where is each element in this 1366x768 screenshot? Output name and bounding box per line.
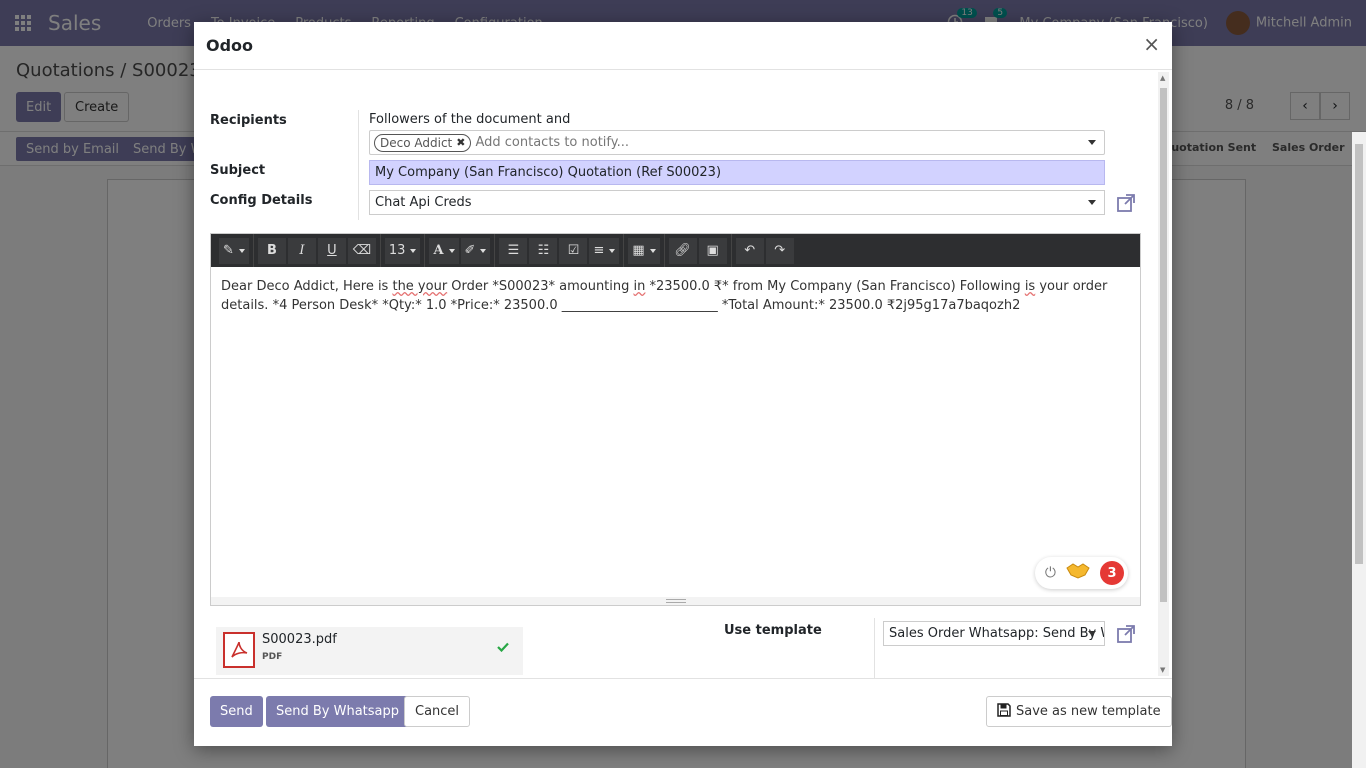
floppy-disk-icon	[997, 702, 1011, 721]
config-details-label: Config Details	[210, 193, 313, 208]
image-icon[interactable]: ▣	[698, 237, 727, 264]
align-left-icon: ≡	[593, 243, 605, 258]
magic-wand-icon: ✎	[223, 243, 234, 258]
dialog-scrollbar[interactable]: ▲ ▼	[1158, 72, 1169, 676]
external-link-icon[interactable]	[1116, 624, 1136, 644]
recipients-field[interactable]: Deco Addict ✖ Add contacts to notify...	[369, 130, 1105, 155]
scroll-up-icon[interactable]: ▲	[1160, 74, 1165, 82]
cancel-button[interactable]: Cancel	[404, 696, 471, 727]
font-size-dropdown[interactable]: 13	[384, 237, 421, 264]
subject-input[interactable]: My Company (San Francisco) Quotation (Re…	[369, 160, 1105, 185]
attachment-type: PDF	[262, 652, 283, 662]
link-icon[interactable]: 🔗︎	[668, 237, 697, 264]
paint-brush-icon: ✐	[464, 243, 476, 258]
body-text-misspelled: in	[633, 279, 646, 294]
body-text: Order *S00023* amounting	[447, 279, 634, 294]
table-icon: ▦	[632, 243, 645, 258]
body-text-misspelled: the your	[392, 279, 448, 294]
bold-button[interactable]: B	[257, 237, 286, 264]
scroll-down-icon[interactable]: ▼	[1160, 666, 1165, 674]
template-select[interactable]: Sales Order Whatsapp: Send By W	[883, 621, 1105, 646]
compose-dialog: Odoo × ▲ ▼ Recipients Followers of the d…	[194, 22, 1172, 746]
use-template-label: Use template	[724, 623, 822, 638]
highlight-brush-dropdown[interactable]: ✐	[460, 237, 491, 264]
template-separator	[874, 618, 875, 678]
chevron-down-icon[interactable]	[1088, 631, 1096, 636]
dialog-header: Odoo ×	[194, 22, 1172, 70]
external-link-icon[interactable]	[1116, 193, 1136, 213]
body-text-misspelled: is	[1024, 279, 1036, 294]
power-icon[interactable]: ⏻	[1045, 565, 1056, 581]
body-text: *23500.0 ₹* from My Company (San Francis…	[645, 279, 1025, 294]
font-color-dropdown[interactable]: A	[429, 237, 459, 264]
magic-style-button[interactable]: ✎	[219, 237, 249, 264]
check-icon	[497, 641, 509, 656]
recipient-tag-label: Deco Addict	[380, 135, 453, 150]
remove-tag-icon[interactable]: ✖	[456, 136, 465, 149]
numbered-list-icon[interactable]: ☷	[529, 237, 558, 264]
body-text: Dear Deco Addict, Here is	[221, 279, 393, 294]
send-by-whatsapp-button[interactable]: Send By Whatsapp	[266, 696, 410, 727]
handshake-icon[interactable]	[1066, 562, 1090, 584]
chevron-down-icon[interactable]	[1088, 200, 1096, 205]
page-scrollbar[interactable]	[1352, 132, 1366, 768]
chevron-down-icon[interactable]	[1088, 140, 1096, 145]
chat-bot-widget[interactable]: ⏻ 3	[1034, 557, 1128, 589]
close-icon[interactable]: ×	[1143, 32, 1160, 56]
editor-toolbar: ✎ B I U ⌫ 13 A ✐ ☰ ☷ ☑ ≡ ▦ 🔗︎ ▣ ↶ ↷	[211, 234, 1140, 267]
recipients-label: Recipients	[210, 113, 287, 128]
undo-icon[interactable]: ↶	[735, 237, 764, 264]
subject-label: Subject	[210, 163, 266, 178]
config-details-value: Chat Api Creds	[375, 195, 472, 210]
underline-button[interactable]: U	[317, 237, 346, 264]
attachment-name[interactable]: S00023.pdf	[262, 632, 337, 647]
recipient-tag: Deco Addict ✖	[374, 133, 472, 152]
save-as-template-button[interactable]: Save as new template	[986, 696, 1172, 727]
editor-content[interactable]: Dear Deco Addict, Here is the your Order…	[211, 267, 1140, 597]
config-details-select[interactable]: Chat Api Creds	[369, 190, 1105, 215]
template-value: Sales Order Whatsapp: Send By W	[889, 626, 1105, 641]
checklist-icon[interactable]: ☑	[559, 237, 588, 264]
html-editor: ✎ B I U ⌫ 13 A ✐ ☰ ☷ ☑ ≡ ▦ 🔗︎ ▣ ↶ ↷ Dear…	[210, 233, 1141, 606]
font-size-value: 13	[388, 243, 406, 258]
bullet-list-icon[interactable]: ☰	[499, 237, 528, 264]
save-as-template-label: Save as new template	[1016, 704, 1161, 719]
dialog-body: ▲ ▼ Recipients Followers of the document…	[194, 70, 1172, 678]
pdf-file-icon	[223, 632, 255, 668]
table-dropdown[interactable]: ▦	[628, 237, 660, 264]
italic-button[interactable]: I	[287, 237, 316, 264]
followers-text: Followers of the document and	[369, 112, 571, 127]
notification-count-badge: 3	[1100, 561, 1124, 585]
redo-icon[interactable]: ↷	[765, 237, 794, 264]
dialog-footer: Send Send By Whatsapp Cancel Save as new…	[194, 678, 1172, 746]
contacts-input[interactable]: Add contacts to notify...	[475, 135, 629, 150]
attachment-card[interactable]: S00023.pdf PDF	[216, 627, 523, 675]
dialog-title: Odoo	[206, 36, 254, 55]
send-button[interactable]: Send	[210, 696, 263, 727]
align-dropdown[interactable]: ≡	[589, 237, 620, 264]
eraser-icon[interactable]: ⌫	[347, 237, 376, 264]
editor-resize-handle[interactable]	[211, 597, 1140, 605]
label-separator	[358, 110, 359, 220]
